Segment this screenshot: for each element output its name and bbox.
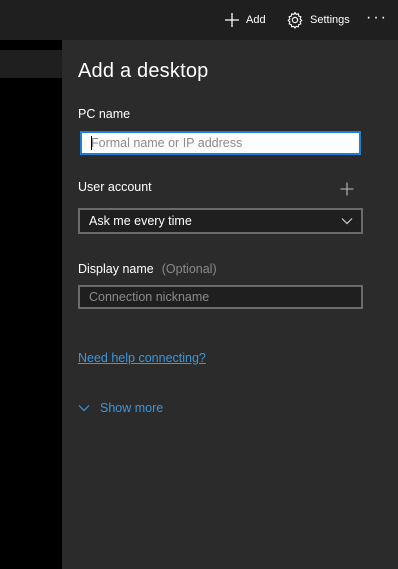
panel-title: Add a desktop xyxy=(78,60,209,82)
display-name-label-text: Display name xyxy=(78,262,154,276)
show-more-toggle[interactable]: Show more xyxy=(78,401,163,415)
text-caret xyxy=(91,136,92,150)
add-user-account-button[interactable] xyxy=(340,182,354,196)
plus-icon xyxy=(225,13,239,27)
left-pane-header xyxy=(0,40,62,50)
pc-name-input[interactable] xyxy=(80,131,361,155)
settings-button-label: Settings xyxy=(310,14,350,26)
user-account-label: User account xyxy=(78,180,152,194)
display-name-input[interactable] xyxy=(78,285,363,309)
more-options-button[interactable]: ··· xyxy=(366,6,388,30)
user-account-selected-value: Ask me every time xyxy=(89,214,192,228)
display-name-label: Display name (Optional) xyxy=(78,262,217,276)
pc-name-label: PC name xyxy=(78,107,131,121)
settings-button[interactable]: Settings xyxy=(286,8,350,32)
chevron-down-icon xyxy=(341,218,353,225)
show-more-label: Show more xyxy=(100,401,164,415)
add-button[interactable]: Add xyxy=(224,8,266,32)
help-connecting-link[interactable]: Need help connecting? xyxy=(78,351,206,365)
add-button-label: Add xyxy=(246,14,266,26)
ellipsis-icon: ··· xyxy=(366,9,388,26)
optional-hint: (Optional) xyxy=(161,262,217,276)
gear-icon xyxy=(287,11,303,29)
chevron-down-icon xyxy=(78,405,90,412)
desktop-list-area xyxy=(0,78,62,569)
top-toolbar: Add Settings ··· xyxy=(0,0,398,40)
user-account-select[interactable]: Ask me every time xyxy=(78,208,363,234)
add-desktop-panel: Add a desktop PC name User account Ask m… xyxy=(62,40,398,569)
